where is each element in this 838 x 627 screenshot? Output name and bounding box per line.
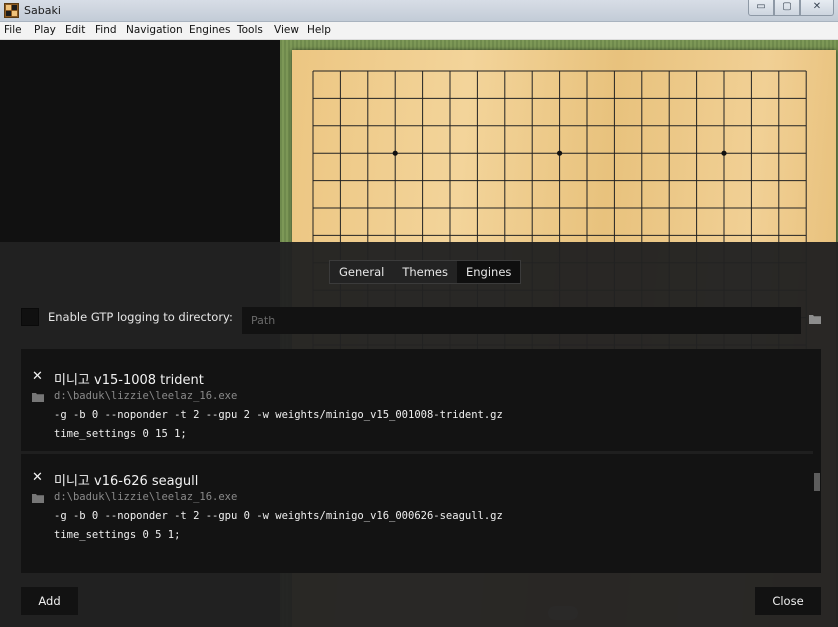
engine-path[interactable]: d:\baduk\lizzie\leelaz_16.exe <box>54 390 237 402</box>
engine-arguments[interactable]: -g -b 0 --noponder -t 2 --gpu 2 -w weigh… <box>54 409 503 421</box>
title-bar: Sabaki ▭ ▢ ✕ <box>0 0 838 22</box>
menu-file[interactable]: File <box>4 24 22 36</box>
engine-name[interactable]: 미니고 v16-626 seagull <box>54 470 198 489</box>
preferences-tabs: General Themes Engines <box>329 260 522 284</box>
menu-engines[interactable]: Engines <box>189 24 230 36</box>
tab-general[interactable]: General <box>330 261 393 283</box>
star-point <box>721 150 727 156</box>
window-title: Sabaki <box>24 4 61 17</box>
scrollbar-thumb[interactable] <box>814 473 820 491</box>
engine-commands[interactable]: time_settings 0 5 1; <box>54 529 180 541</box>
engine-name[interactable]: 미니고 v15-1008 trident <box>54 369 204 388</box>
menu-navigation[interactable]: Navigation <box>126 24 183 36</box>
remove-engine-button[interactable]: ✕ <box>32 369 43 384</box>
star-point <box>557 150 563 156</box>
gtp-logging-checkbox[interactable] <box>21 308 39 326</box>
folder-icon[interactable] <box>32 493 44 503</box>
engine-list: ✕ 미니고 v15-1008 trident d:\baduk\lizzie\l… <box>21 349 821 573</box>
minimize-button[interactable]: ▭ <box>748 0 774 16</box>
menu-bar: File Play Edit Find Navigation Engines T… <box>0 22 838 40</box>
menu-edit[interactable]: Edit <box>65 24 85 36</box>
sabaki-window: Sabaki ▭ ▢ ✕ File Play Edit Find Navigat… <box>0 0 838 627</box>
engine-list-scrollbar[interactable] <box>813 349 821 573</box>
folder-icon[interactable] <box>32 392 44 402</box>
tab-themes[interactable]: Themes <box>393 261 457 283</box>
preferences-drawer: General Themes Engines Enable GTP loggin… <box>0 242 838 627</box>
gtp-logging-label: Enable GTP logging to directory: <box>48 310 233 324</box>
app-icon <box>4 3 19 18</box>
folder-icon[interactable] <box>809 314 821 324</box>
gtp-log-path-input[interactable] <box>242 307 801 334</box>
remove-engine-button[interactable]: ✕ <box>32 470 43 485</box>
engine-path[interactable]: d:\baduk\lizzie\leelaz_16.exe <box>54 491 237 503</box>
menu-find[interactable]: Find <box>95 24 117 36</box>
tab-engines[interactable]: Engines <box>457 261 521 283</box>
engine-separator <box>21 451 813 454</box>
menu-play[interactable]: Play <box>34 24 56 36</box>
star-point <box>392 150 398 156</box>
menu-help[interactable]: Help <box>307 24 331 36</box>
engine-arguments[interactable]: -g -b 0 --noponder -t 2 --gpu 0 -w weigh… <box>54 510 503 522</box>
maximize-button[interactable]: ▢ <box>774 0 800 16</box>
engine-commands[interactable]: time_settings 0 15 1; <box>54 428 187 440</box>
close-button[interactable]: Close <box>755 587 821 615</box>
background-toggle <box>548 606 578 620</box>
menu-tools[interactable]: Tools <box>237 24 263 36</box>
menu-view[interactable]: View <box>274 24 299 36</box>
window-close-button[interactable]: ✕ <box>800 0 834 16</box>
add-engine-button[interactable]: Add <box>21 587 78 615</box>
